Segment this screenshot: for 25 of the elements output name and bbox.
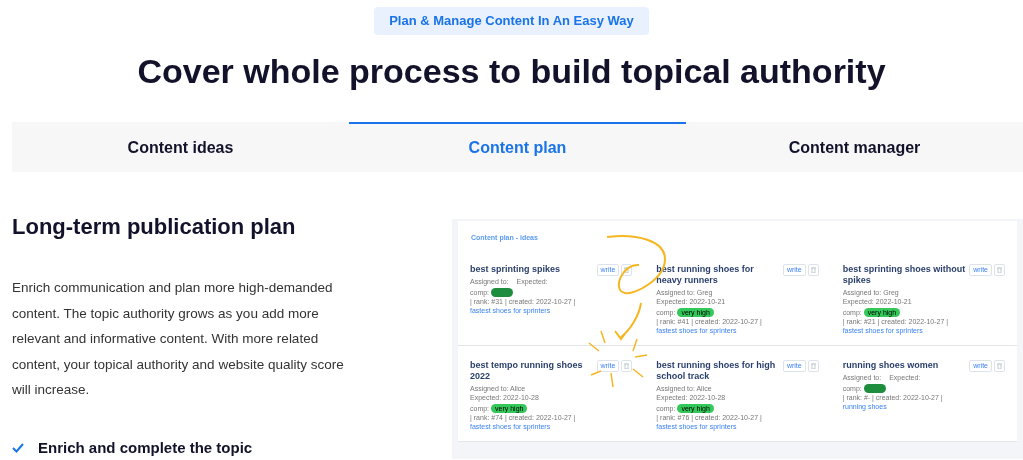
delete-button[interactable]: [621, 359, 633, 372]
tab[interactable]: Content plan: [349, 122, 686, 172]
checklist-item: Enrich and complete the topic: [38, 437, 253, 458]
trash-icon: [997, 266, 1002, 273]
delete-button[interactable]: [807, 263, 819, 276]
idea-title: best sprinting spikes: [470, 263, 562, 275]
trash-icon: [624, 362, 630, 369]
trash-icon: [810, 362, 816, 369]
delete-button[interactable]: [621, 263, 633, 276]
idea-title: best tempo running shoes 2022: [470, 359, 584, 382]
delete-button[interactable]: [994, 359, 1005, 372]
delete-button[interactable]: [994, 263, 1005, 276]
section-description: Enrich communication and plan more high-demanded content. The topic authority grows as you add more relevant and informative content. With more related content, your topical authority and website quality score will increase.: [12, 279, 345, 399]
idea-title: best sprinting shoes without spikes: [842, 263, 966, 286]
idea-title: best running shoes for high school track: [656, 359, 777, 382]
main-heading: Cover whole process to build topical authority: [136, 51, 887, 92]
tab[interactable]: Content manager: [686, 122, 1023, 172]
tagline-badge: Plan & Manage Content In An Easy Way: [374, 7, 649, 35]
delete-button[interactable]: [807, 359, 819, 372]
section-title: Long-term publication plan: [12, 213, 297, 241]
tab[interactable]: Content ideas: [12, 122, 349, 172]
trash-icon: [810, 266, 816, 273]
trash-icon: [624, 266, 630, 273]
trash-icon: [997, 362, 1002, 369]
idea-title: running shoes women: [842, 359, 940, 371]
